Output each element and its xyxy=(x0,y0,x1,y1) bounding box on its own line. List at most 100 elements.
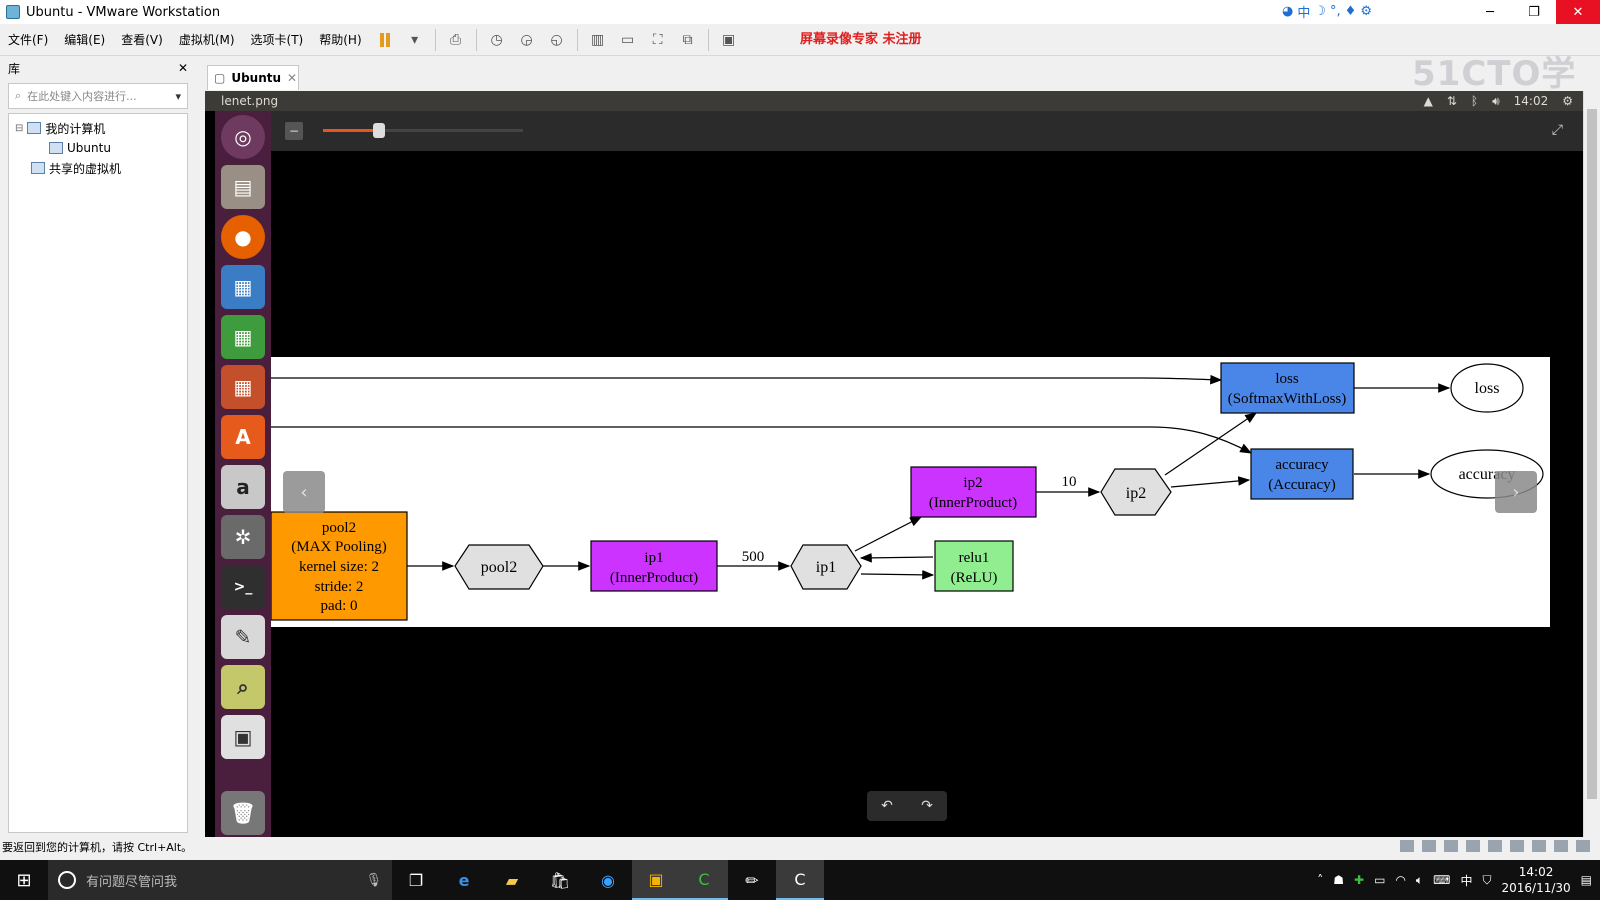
tree-shared-vms[interactable]: 共享的虚拟机 xyxy=(9,158,187,178)
restore-button[interactable]: ❐ xyxy=(1512,0,1556,24)
ime-chinese-icon[interactable]: 中 xyxy=(1297,2,1310,21)
snapshot-manager-icon[interactable]: ◵ xyxy=(545,28,569,52)
zoom-slider[interactable] xyxy=(323,123,523,138)
chevron-down-icon[interactable]: ▾ xyxy=(175,90,181,103)
ubuntu-clock[interactable]: 14:02 xyxy=(1514,94,1549,108)
revert-snapshot-icon[interactable]: ◶ xyxy=(515,28,539,52)
show-library-icon[interactable]: ▥ xyxy=(586,28,610,52)
task-view-icon[interactable]: ❐ xyxy=(392,860,440,900)
library-search-input[interactable]: ⌕ 在此处键入内容进行... ▾ xyxy=(8,83,188,109)
pause-icon[interactable] xyxy=(373,28,397,52)
file-explorer-icon[interactable]: ▰ xyxy=(488,860,536,900)
send-ctrl-alt-del-icon[interactable]: ⎙ xyxy=(444,28,468,52)
ime-settings-icon[interactable]: ⚙ xyxy=(1360,4,1372,19)
text-editor-icon[interactable]: ✎ xyxy=(221,615,265,659)
recorder-app-icon[interactable]: C xyxy=(776,860,824,900)
hard-disk-icon[interactable] xyxy=(1400,840,1414,852)
terminal-icon[interactable]: >_ xyxy=(221,565,265,609)
floppy-icon[interactable] xyxy=(1444,840,1458,852)
console-view-icon[interactable]: ▣ xyxy=(717,28,741,52)
network-adapter-icon[interactable] xyxy=(1466,840,1480,852)
sound-card-icon[interactable] xyxy=(1510,840,1524,852)
cortana-search[interactable]: 有问题尽管问我 🎙︎ xyxy=(48,860,392,900)
microphone-icon[interactable]: 🎙︎ xyxy=(365,873,382,888)
menu-edit[interactable]: 编辑(E) xyxy=(56,24,113,56)
vm-scrollbar[interactable] xyxy=(1583,91,1600,837)
battery-icon[interactable]: ▭ xyxy=(1374,873,1385,887)
dash-icon[interactable]: ◎ xyxy=(221,115,265,159)
rotate-right-icon[interactable]: ↷ xyxy=(921,798,933,814)
firefox-icon[interactable]: ● xyxy=(221,215,265,259)
ime-mascot-icon[interactable]: ◕ xyxy=(1282,4,1293,19)
zoom-out-button[interactable]: − xyxy=(285,122,303,140)
ime-indicator[interactable]: 中 xyxy=(1460,872,1472,889)
image-canvas[interactable]: pool2 (MAX Pooling) kernel size: 2 strid… xyxy=(270,151,1550,837)
menu-view[interactable]: 查看(V) xyxy=(113,24,171,56)
library-close-button[interactable]: ✕ xyxy=(178,61,188,75)
vm-scrollbar-thumb[interactable] xyxy=(1587,109,1597,799)
fullscreen-icon[interactable]: ⤢ xyxy=(1552,122,1563,138)
software-center-icon[interactable]: A xyxy=(221,415,265,459)
cd-drive-icon[interactable] xyxy=(1422,840,1436,852)
ime-toolbar[interactable]: ◕ 中 ☽ °, ♦ ⚙ xyxy=(1282,2,1372,21)
updates-icon[interactable]: ▲ xyxy=(1424,94,1433,108)
full-screen-icon[interactable]: ⛶ xyxy=(646,28,670,52)
power-dropdown-icon[interactable]: ▾ xyxy=(403,28,427,52)
windows-start-icon[interactable]: ⊞ xyxy=(0,860,48,900)
speaker-icon[interactable]: 🔈︎ xyxy=(1416,873,1423,888)
vm-console[interactable]: lenet.png ▲ ⇅ ᛒ 🔊︎ 14:02 ⚙ ◎ ▤ ● ▦ ▦ ▦ A… xyxy=(205,91,1583,837)
ime-punct-icon[interactable]: °, xyxy=(1330,4,1341,19)
calc-icon[interactable]: ▦ xyxy=(221,315,265,359)
writer-icon[interactable]: ▦ xyxy=(221,265,265,309)
menu-vm[interactable]: 虚拟机(M) xyxy=(171,24,243,56)
system-gear-icon[interactable]: ⚙ xyxy=(1562,94,1573,108)
next-image-button[interactable]: › xyxy=(1495,471,1537,513)
store-icon[interactable]: 🛍︎ xyxy=(536,860,584,900)
taskbar-clock[interactable]: 14:02 2016/11/30 xyxy=(1501,864,1570,896)
display-icon[interactable] xyxy=(1554,840,1568,852)
minimize-button[interactable]: ─ xyxy=(1468,0,1512,24)
snapshot-icon[interactable]: ◷ xyxy=(485,28,509,52)
ime-skin-icon[interactable]: ♦ xyxy=(1345,4,1357,19)
menu-tabs[interactable]: 选项卡(T) xyxy=(243,24,312,56)
qq-browser-icon[interactable]: ◉ xyxy=(584,860,632,900)
edge-icon[interactable]: e xyxy=(440,860,488,900)
defender-icon[interactable]: ⛉ xyxy=(1482,873,1491,888)
network-icon[interactable]: ⇅ xyxy=(1447,94,1457,108)
paint-icon[interactable]: ✏︎ xyxy=(728,860,776,900)
tray-app-icon[interactable]: ☗ xyxy=(1333,873,1344,887)
tray-security-icon[interactable]: ✚ xyxy=(1354,873,1364,887)
tree-my-computer[interactable]: ⊟ 我的计算机 xyxy=(9,118,187,138)
keyboard-icon[interactable]: ⌨ xyxy=(1433,873,1450,887)
wifi-icon[interactable]: ◠ xyxy=(1395,873,1405,887)
bluetooth-icon[interactable]: ᛒ xyxy=(1471,94,1478,108)
menu-file[interactable]: 文件(F) xyxy=(0,24,56,56)
thumbnail-bar-icon[interactable]: ▭ xyxy=(616,28,640,52)
message-log-icon[interactable] xyxy=(1576,840,1590,852)
zoom-slider-handle[interactable] xyxy=(373,123,385,138)
tree-ubuntu[interactable]: Ubuntu xyxy=(9,138,187,158)
camtasia-icon[interactable]: C xyxy=(680,860,728,900)
ime-moon-icon[interactable]: ☽ xyxy=(1314,4,1326,19)
save-disk-icon[interactable]: ▣ xyxy=(221,715,265,759)
files-icon[interactable]: ▤ xyxy=(221,165,265,209)
unity-icon[interactable]: ⧉ xyxy=(676,28,700,52)
amazon-icon[interactable]: a xyxy=(221,465,265,509)
image-viewer-icon[interactable]: ⌕ xyxy=(221,665,265,709)
close-button[interactable]: ✕ xyxy=(1556,0,1600,24)
previous-image-button[interactable]: ‹ xyxy=(283,471,325,513)
menu-help[interactable]: 帮助(H) xyxy=(311,24,369,56)
rotate-left-icon[interactable]: ↶ xyxy=(881,798,893,814)
system-settings-icon[interactable]: ✲ xyxy=(221,515,265,559)
impress-icon[interactable]: ▦ xyxy=(221,365,265,409)
vmware-taskbar-icon[interactable]: ▣ xyxy=(632,860,680,900)
trash-icon[interactable]: 🗑︎ xyxy=(221,791,265,835)
tray-chevron-up-icon[interactable]: ˄ xyxy=(1317,873,1323,887)
collapse-icon[interactable]: ⊟ xyxy=(15,123,23,134)
notifications-icon[interactable]: ▤ xyxy=(1581,873,1592,887)
printer-icon[interactable] xyxy=(1488,840,1502,852)
tab-ubuntu[interactable]: ▢ Ubuntu ✕ xyxy=(207,65,299,90)
usb-icon[interactable] xyxy=(1532,840,1546,852)
tab-close-icon[interactable]: ✕ xyxy=(287,71,297,85)
volume-icon[interactable]: 🔊︎ xyxy=(1492,94,1500,109)
